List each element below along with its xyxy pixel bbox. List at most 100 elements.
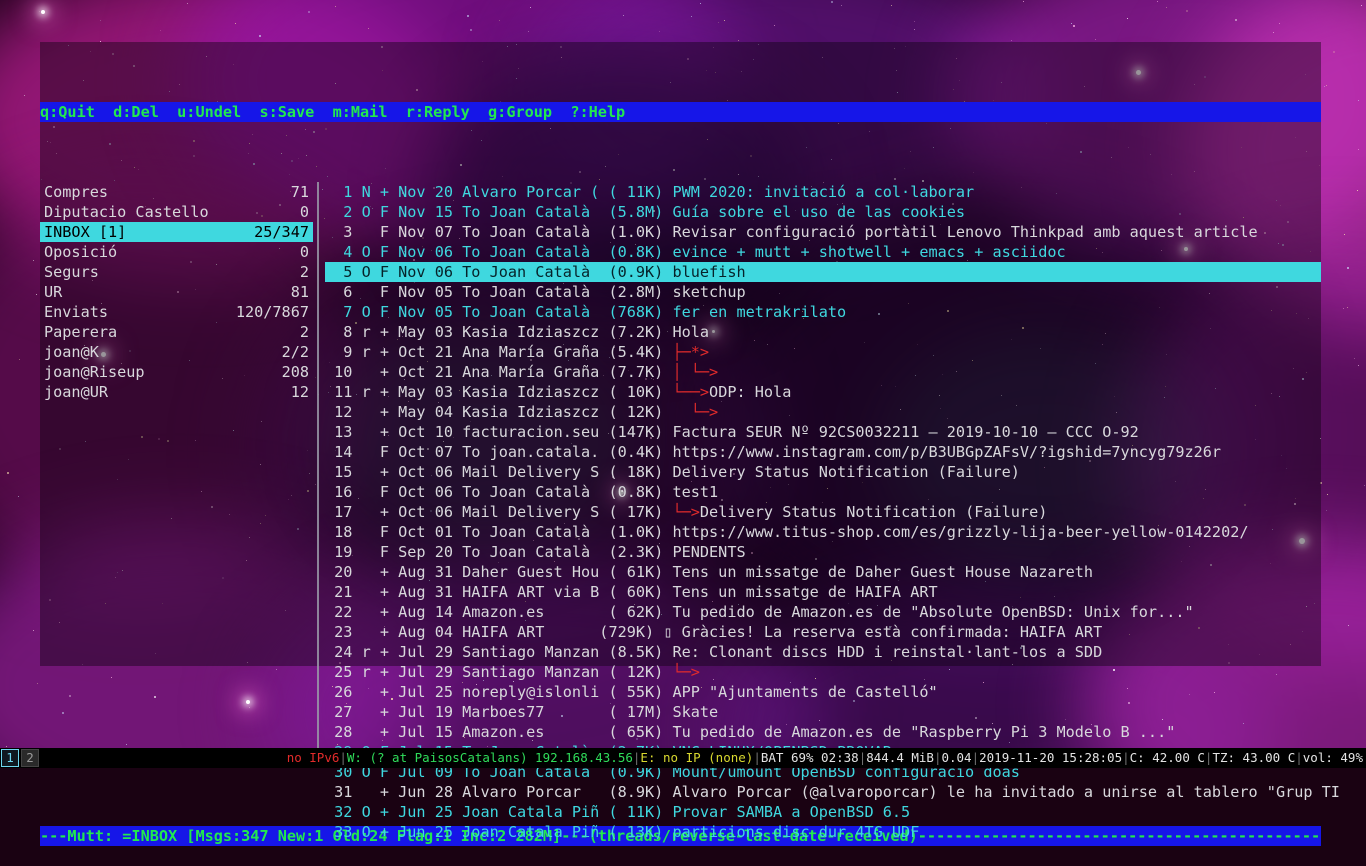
- message-row[interactable]: 1 N + Nov 20 Alvaro Porcar ( ( 11K) PWM …: [325, 182, 1321, 202]
- thread-tree-glyph: │ └─>: [672, 363, 719, 381]
- status-item: 2019-11-20 15:28:05: [979, 750, 1123, 765]
- status-separator: |: [858, 750, 867, 765]
- message-subject: ODP: Hola: [709, 383, 792, 401]
- sidebar-item-ur[interactable]: UR 81: [40, 282, 313, 302]
- message-row[interactable]: 15 + Oct 06 Mail Delivery S ( 18K) Deliv…: [325, 462, 1321, 482]
- status-separator: |: [339, 750, 347, 765]
- sidebar-item-segurs[interactable]: Segurs 2: [40, 262, 313, 282]
- sidebar-item-inbox-1[interactable]: INBOX [1] 25/347: [40, 222, 313, 242]
- thread-tree-glyph: └─>: [672, 503, 700, 521]
- sidebar-item-joan-ur[interactable]: joan@UR 12: [40, 382, 313, 402]
- workspace-button-2[interactable]: 2: [21, 749, 39, 767]
- sidebar-item-label: Diputacio Castello: [44, 203, 209, 221]
- sidebar-item-label: joan@K: [44, 343, 99, 361]
- message-row[interactable]: 3 F Nov 07 To Joan Català (1.0K) Revisar…: [325, 222, 1321, 242]
- message-line-prefix: 11 r + May 03 Kasia Idziaszcz ( 10K): [325, 383, 673, 401]
- sidebar-item-compres[interactable]: Compres 71: [40, 182, 313, 202]
- message-row[interactable]: 21 + Aug 31 HAIFA ART via B ( 60K) Tens …: [325, 582, 1321, 602]
- message-row[interactable]: 18 F Oct 01 To Joan Català (1.0K) https:…: [325, 522, 1321, 542]
- sidebar-item-count: 2: [299, 263, 309, 281]
- sidebar-item-label: Oposició: [44, 243, 118, 261]
- message-row[interactable]: 11 r + May 03 Kasia Idziaszcz ( 10K) └──…: [325, 382, 1321, 402]
- sidebar-item-count: 0: [299, 203, 309, 221]
- message-row[interactable]: 23 + Aug 04 HAIFA ART (729K) ▯ Gràcies! …: [325, 622, 1321, 642]
- message-row[interactable]: 16 F Oct 06 To Joan Català (0.8K) test1: [325, 482, 1321, 502]
- sidebar-item-joan-riseup[interactable]: joan@Riseup 208: [40, 362, 313, 382]
- sidebar-item-label: Enviats: [44, 303, 109, 321]
- mutt-menu-bar[interactable]: q:Quit d:Del u:Undel s:Save m:Mail r:Rep…: [40, 102, 1321, 122]
- status-separator: |: [1204, 750, 1213, 765]
- message-row[interactable]: 27 + Jul 19 Marboes77 ( 17M) Skate: [325, 702, 1321, 722]
- message-row[interactable]: 32 O + Jun 25 Joan Catala Piñ ( 11K) Pro…: [325, 802, 1321, 822]
- sidebar-item-count: 0: [299, 243, 309, 261]
- status-item: E: no IP (none): [640, 750, 754, 765]
- workspace-switcher[interactable]: 12: [0, 748, 39, 768]
- message-row[interactable]: 25 r + Jul 29 Santiago Manzan ( 12K) └─>: [325, 662, 1321, 682]
- sidebar-item-count: 2: [299, 323, 309, 341]
- message-row[interactable]: 33 O + Jun 25 Joan Catala Piñ ( 13K) par…: [325, 822, 1321, 842]
- message-row[interactable]: 8 r + May 03 Kasia Idziaszcz (7.2K) Hola: [325, 322, 1321, 342]
- message-row[interactable]: 31 + Jun 28 Alvaro Porcar (8.9K) Alvaro …: [325, 782, 1340, 802]
- message-row[interactable]: 17 + Oct 06 Mail Delivery S ( 17K) └─>De…: [325, 502, 1321, 522]
- status-item: W: (? at PaisosCatalans) 192.168.43.56: [346, 750, 633, 765]
- message-row[interactable]: 7 O F Nov 05 To Joan Català (768K) fer e…: [325, 302, 1321, 322]
- message-subject: Delivery Status Notification (Failure): [699, 503, 1048, 521]
- workspace-button-1[interactable]: 1: [1, 749, 19, 767]
- desktop-taskbar[interactable]: 12 no IPv6 | W: (? at PaisosCatalans) 192.…: [0, 748, 1366, 768]
- message-line-prefix: 9 r + Oct 21 Ana María Graña (5.4K): [325, 343, 673, 361]
- status-separator: |: [632, 750, 641, 765]
- thread-tree-glyph: └─>: [672, 663, 700, 681]
- sidebar-item-paperera[interactable]: Paperera 2: [40, 322, 313, 342]
- status-item: C: 42.00 C: [1129, 750, 1205, 765]
- sidebar-item-oposici[interactable]: Oposició 0: [40, 242, 313, 262]
- sidebar-item-enviats[interactable]: Enviats 120/7867: [40, 302, 313, 322]
- message-row[interactable]: 6 F Nov 05 To Joan Català (2.8M) sketchu…: [325, 282, 1321, 302]
- status-separator: |: [1122, 750, 1130, 765]
- sidebar-item-count: 208: [281, 363, 309, 381]
- system-status-area: no IPv6 | W: (? at PaisosCatalans) 192.168…: [287, 748, 1366, 768]
- sidebar-item-label: INBOX [1]: [44, 223, 127, 241]
- message-row[interactable]: 14 F Oct 07 To joan.catala. (0.4K) https…: [325, 442, 1321, 462]
- sidebar-item-count: 25/347: [254, 223, 309, 241]
- mutt-terminal-window[interactable]: q:Quit d:Del u:Undel s:Save m:Mail r:Rep…: [40, 42, 1340, 846]
- message-row[interactable]: 24 r + Jul 29 Santiago Manzan (8.5K) Re:…: [325, 642, 1321, 662]
- sidebar-divider: [317, 182, 319, 766]
- mutt-message-list[interactable]: 1 N + Nov 20 Alvaro Porcar ( ( 11K) PWM …: [325, 182, 1340, 842]
- message-row[interactable]: 12 + May 04 Kasia Idziaszcz ( 12K) └─>: [325, 402, 1321, 422]
- message-row[interactable]: 2 O F Nov 15 To Joan Català (5.8M) Guía …: [325, 202, 1321, 222]
- message-row[interactable]: 5 O F Nov 06 To Joan Català (0.9K) bluef…: [325, 262, 1321, 282]
- status-item: no IPv6: [286, 750, 340, 765]
- mutt-sidebar[interactable]: Compres 71 Diputacio Castello 0 INBOX [1] 25/…: [40, 182, 313, 402]
- message-row[interactable]: 20 + Aug 31 Daher Guest Hou ( 61K) Tens …: [325, 562, 1321, 582]
- sidebar-item-count: 71: [290, 183, 309, 201]
- sidebar-item-label: UR: [44, 283, 63, 301]
- status-item: vol: 49%: [1302, 750, 1363, 765]
- message-row[interactable]: 10 + Oct 21 Ana María Graña (7.7K) │ └─>: [325, 362, 1321, 382]
- status-separator: |: [1295, 750, 1303, 765]
- message-row[interactable]: 28 + Jul 15 Amazon.es ( 65K) Tu pedido d…: [325, 722, 1321, 742]
- message-row[interactable]: 9 r + Oct 21 Ana María Graña (5.4K) ├─*>: [325, 342, 1321, 362]
- status-separator: |: [933, 750, 942, 765]
- status-item: 0.04: [941, 750, 972, 765]
- thread-tree-glyph: └─>: [672, 403, 719, 421]
- sidebar-item-count: 2/2: [281, 343, 309, 361]
- thread-tree-glyph: ├─*>: [672, 343, 710, 361]
- status-item: BAT 69% 02:38: [760, 750, 859, 765]
- message-row[interactable]: 26 + Jul 25 noreply@islonli ( 55K) APP "…: [325, 682, 1321, 702]
- thread-tree-glyph: └──>: [672, 383, 710, 401]
- sidebar-item-diputacio-castello[interactable]: Diputacio Castello 0: [40, 202, 313, 222]
- sidebar-item-label: joan@UR: [44, 383, 109, 401]
- sidebar-item-count: 120/7867: [235, 303, 309, 321]
- sidebar-item-joan-k[interactable]: joan@K 2/2: [40, 342, 313, 362]
- status-item: TZ: 43.00 C: [1212, 750, 1296, 765]
- message-row[interactable]: 22 + Aug 14 Amazon.es ( 62K) Tu pedido d…: [325, 602, 1321, 622]
- message-line-prefix: 12 + May 04 Kasia Idziaszcz ( 12K): [325, 403, 673, 421]
- sidebar-item-label: joan@Riseup: [44, 363, 145, 381]
- mutt-body: Compres 71 Diputacio Castello 0 INBOX [1] 25/…: [40, 182, 1340, 841]
- message-line-prefix: 10 + Oct 21 Ana María Graña (7.7K): [325, 363, 673, 381]
- message-row[interactable]: 13 + Oct 10 facturacion.seu (147K) Factu…: [325, 422, 1321, 442]
- message-row[interactable]: 19 F Sep 20 To Joan Català (2.3K) PENDEN…: [325, 542, 1321, 562]
- sidebar-item-label: Segurs: [44, 263, 99, 281]
- message-line-prefix: 25 r + Jul 29 Santiago Manzan ( 12K): [325, 663, 673, 681]
- message-row[interactable]: 4 O F Nov 06 To Joan Català (0.8K) evinc…: [325, 242, 1321, 262]
